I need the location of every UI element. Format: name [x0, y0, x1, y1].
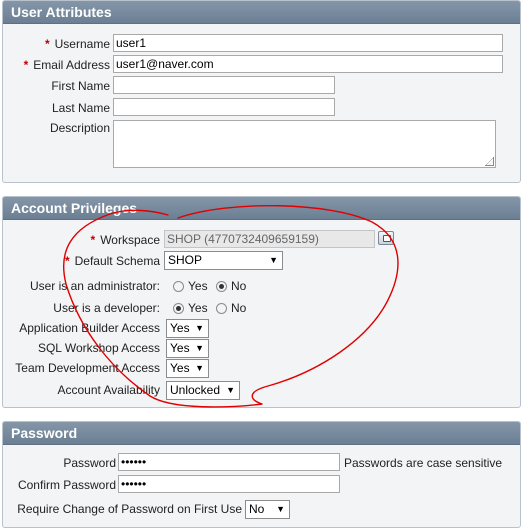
required-marker-icon: *: [44, 37, 50, 51]
required-marker-icon: *: [64, 254, 70, 268]
is-admin-no-radio[interactable]: [216, 281, 227, 292]
password-region: Password Password •••••• Passwords are c…: [2, 421, 521, 528]
confirm-password-label: Confirm Password: [17, 478, 116, 492]
user-attributes-region: User Attributes * Username user1 * Email A…: [2, 0, 521, 183]
account-privileges-header: Account Privileges: [3, 197, 520, 220]
account-availability-label: Account Availability: [57, 383, 160, 397]
resize-grip-icon[interactable]: [485, 157, 494, 166]
chevron-down-icon: ▼: [276, 504, 285, 514]
is-developer-no-label: No: [231, 301, 247, 315]
chevron-down-icon: ▼: [195, 363, 204, 373]
password-header: Password: [3, 422, 520, 445]
chevron-down-icon: ▼: [269, 255, 278, 265]
username-label: * Username: [44, 37, 110, 51]
password-label: Password: [63, 456, 116, 470]
chevron-down-icon: ▼: [226, 385, 235, 395]
description-label: Description: [49, 121, 110, 135]
require-change-label: Require Change of Password on First Use: [17, 502, 242, 516]
app-builder-access-select[interactable]: Yes ▼: [166, 319, 209, 338]
is-developer-no-radio[interactable]: [216, 303, 227, 314]
chevron-down-icon: ▼: [195, 343, 204, 353]
is-admin-no-label: No: [231, 279, 247, 293]
team-dev-access-select[interactable]: Yes ▼: [166, 359, 209, 378]
description-textarea[interactable]: [113, 120, 496, 168]
required-marker-icon: *: [90, 233, 96, 247]
account-availability-select[interactable]: Unlocked ▼: [166, 381, 240, 400]
workspace-label: * Workspace: [90, 233, 160, 247]
sql-workshop-access-select[interactable]: Yes ▼: [166, 339, 209, 358]
password-input[interactable]: ••••••: [118, 453, 340, 471]
sql-workshop-access-label: SQL Workshop Access: [37, 341, 160, 355]
username-input[interactable]: user1: [113, 34, 503, 52]
last-name-label: Last Name: [51, 101, 110, 115]
workspace-input: SHOP (4770732409659159): [164, 230, 375, 248]
user-attributes-header: User Attributes: [3, 1, 520, 24]
account-privileges-region: Account Privileges * Workspace SHOP (4770…: [2, 196, 521, 408]
default-schema-select[interactable]: SHOP ▼: [164, 251, 283, 270]
first-name-label: First Name: [51, 79, 110, 93]
email-label: * Email Address: [23, 58, 110, 72]
app-builder-access-label: Application Builder Access: [19, 321, 160, 335]
is-admin-yes-label: Yes: [188, 279, 208, 293]
chevron-down-icon: ▼: [195, 323, 204, 333]
first-name-input[interactable]: [113, 76, 335, 94]
password-case-note: Passwords are case sensitive: [344, 456, 503, 470]
require-change-select[interactable]: No ▼: [245, 500, 290, 519]
is-admin-yes-radio[interactable]: [173, 281, 184, 292]
is-developer-label: User is a developer:: [53, 301, 160, 315]
workspace-lookup-icon[interactable]: [378, 231, 394, 245]
email-input[interactable]: user1@naver.com: [113, 55, 503, 73]
confirm-password-input[interactable]: ••••••: [118, 475, 340, 493]
is-developer-yes-radio[interactable]: [173, 303, 184, 314]
last-name-input[interactable]: [113, 98, 335, 116]
default-schema-label: * Default Schema: [64, 254, 160, 268]
required-marker-icon: *: [23, 58, 29, 72]
is-admin-label: User is an administrator:: [29, 279, 160, 293]
team-dev-access-label: Team Development Access: [15, 361, 160, 375]
is-developer-yes-label: Yes: [188, 301, 208, 315]
